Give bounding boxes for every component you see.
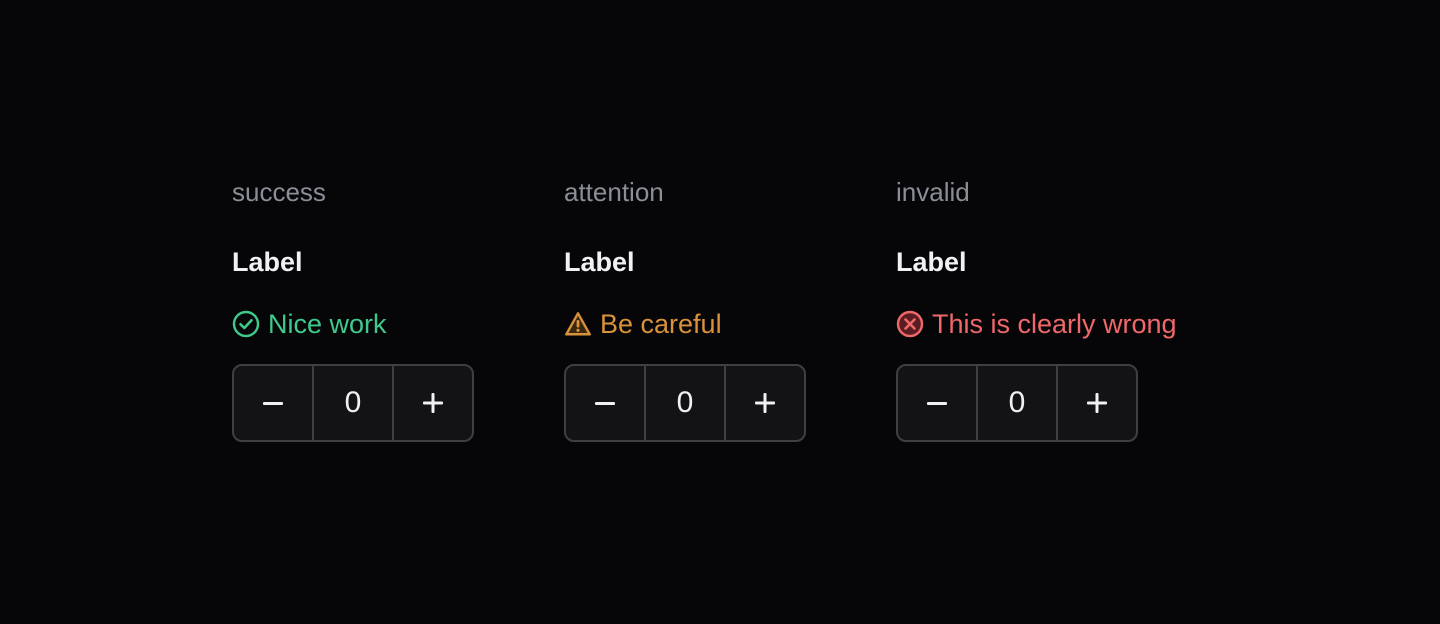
validation-message: This is clearly wrong: [896, 304, 1228, 344]
field-label: Label: [232, 247, 303, 277]
plus-icon: [755, 393, 775, 413]
validation-message: Nice work: [232, 304, 564, 344]
increment-button[interactable]: [392, 366, 472, 440]
plus-icon: [423, 393, 443, 413]
minus-icon: [263, 402, 283, 405]
quantity-stepper: 0: [232, 364, 474, 442]
validation-message: Be careful: [564, 304, 896, 344]
variant-attention: attention Label Be careful 0: [564, 172, 896, 442]
stepper-value[interactable]: 0: [644, 366, 724, 440]
field-label: Label: [564, 247, 635, 277]
check-circle-icon: [232, 310, 260, 338]
quantity-stepper: 0: [564, 364, 806, 442]
x-circle-icon: [896, 310, 924, 338]
variant-title: attention: [564, 177, 664, 207]
validation-message-text: Be careful: [600, 309, 722, 339]
decrement-button[interactable]: [234, 366, 312, 440]
variant-title: success: [232, 177, 326, 207]
stepper-variants: success Label Nice work 0 attention Labe…: [232, 172, 1228, 442]
stepper-value[interactable]: 0: [312, 366, 392, 440]
plus-icon: [1087, 393, 1107, 413]
variant-invalid: invalid Label This is clearly wrong 0: [896, 172, 1228, 442]
field-label: Label: [896, 247, 967, 277]
variant-title: invalid: [896, 177, 970, 207]
decrement-button[interactable]: [898, 366, 976, 440]
minus-icon: [927, 402, 947, 405]
minus-icon: [595, 402, 615, 405]
increment-button[interactable]: [1056, 366, 1136, 440]
variant-success: success Label Nice work 0: [232, 172, 564, 442]
validation-message-text: This is clearly wrong: [932, 309, 1177, 339]
stepper-value[interactable]: 0: [976, 366, 1056, 440]
increment-button[interactable]: [724, 366, 804, 440]
quantity-stepper: 0: [896, 364, 1138, 442]
decrement-button[interactable]: [566, 366, 644, 440]
warning-triangle-icon: [564, 310, 592, 338]
validation-message-text: Nice work: [268, 309, 387, 339]
